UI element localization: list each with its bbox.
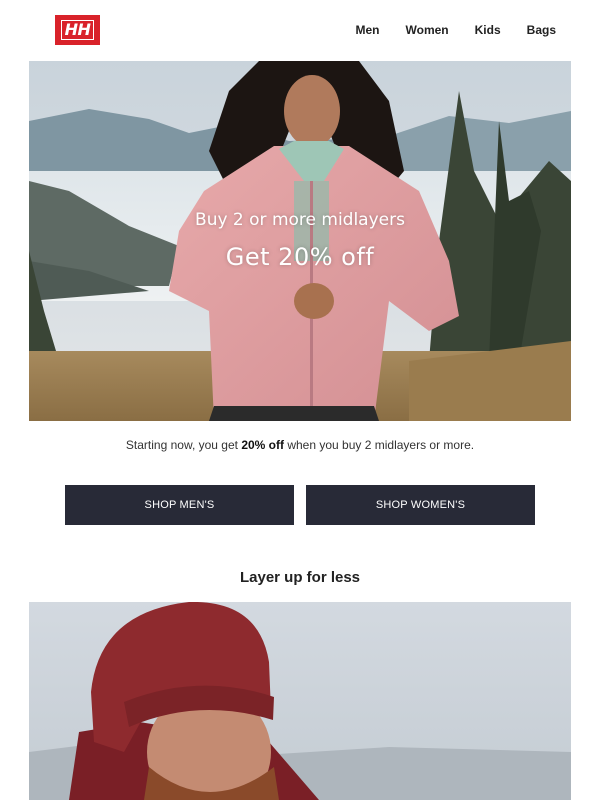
logo-text: HH [60,20,95,40]
man-beanie-image [29,602,571,800]
brand-logo[interactable]: HH [55,15,100,45]
intro-text: Starting now, you get 20% off when you b… [0,438,600,452]
shop-womens-button[interactable]: SHOP WOMEN'S [306,485,535,525]
email-header: HH Men Women Kids Bags [0,0,600,60]
hero-headline: Get 20% off [225,243,375,271]
shop-mens-button[interactable]: SHOP MEN'S [65,485,294,525]
product-photo[interactable] [29,602,571,800]
nav-item-kids[interactable]: Kids [475,22,501,38]
nav-item-men[interactable]: Men [356,22,380,38]
intro-bold: 20% off [241,438,284,452]
top-nav: Men Women Kids Bags [330,22,556,38]
intro-suffix: when you buy 2 midlayers or more. [284,438,475,452]
hero-banner[interactable]: Buy 2 or more midlayers Get 20% off [29,61,571,421]
nav-item-women[interactable]: Women [406,22,449,38]
hero-text-overlay: Buy 2 or more midlayers Get 20% off [29,61,571,421]
intro-prefix: Starting now, you get [125,438,242,452]
nav-item-bags[interactable]: Bags [527,22,556,38]
hero-subtitle: Buy 2 or more midlayers [195,210,405,230]
section-title: Layer up for less [239,569,361,586]
